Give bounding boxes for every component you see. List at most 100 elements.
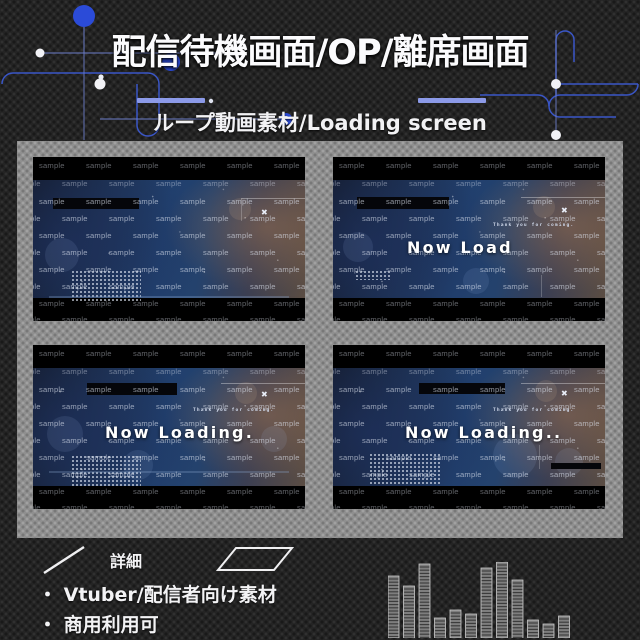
- watermark-overlay: sample sample sample sample sample sample samp…: [33, 345, 305, 509]
- watermark-text: sample: [297, 402, 305, 411]
- watermark-text: sample: [33, 436, 41, 445]
- watermark-text: sample: [503, 248, 529, 257]
- watermark-text: sample: [109, 179, 135, 188]
- watermark-text: sample: [456, 179, 482, 188]
- watermark-text: sample: [86, 419, 112, 428]
- watermark-text: sample: [203, 248, 229, 257]
- watermark-text: sample: [574, 231, 600, 240]
- watermark-text: sample: [274, 349, 300, 358]
- watermark-text: sample: [62, 436, 88, 445]
- watermark-text: sample: [574, 265, 600, 274]
- watermark-text: sample: [409, 470, 435, 479]
- equalizer-bar: [558, 615, 570, 638]
- watermark-text: sample: [274, 487, 300, 496]
- preview-thumbnail-4[interactable]: ✖ Thank you for coming. Now Loading.. sa…: [333, 345, 605, 509]
- watermark-text: sample: [39, 453, 65, 462]
- watermark-text: sample: [456, 367, 482, 376]
- watermark-text: sample: [109, 503, 135, 509]
- watermark-text: sample: [297, 214, 305, 223]
- watermark-text: sample: [133, 161, 159, 170]
- watermark-text: sample: [62, 179, 88, 188]
- watermark-text: sample: [456, 282, 482, 291]
- watermark-text: sample: [456, 214, 482, 223]
- feature-list: ・ Vtuber/配信者向け素材 ・ 商用利用可: [38, 580, 277, 640]
- watermark-text: sample: [274, 161, 300, 170]
- watermark-text: sample: [386, 197, 412, 206]
- watermark-text: sample: [250, 315, 276, 321]
- watermark-text: sample: [109, 214, 135, 223]
- watermark-text: sample: [333, 179, 341, 188]
- watermark-text: sample: [156, 214, 182, 223]
- watermark-text: sample: [62, 248, 88, 257]
- watermark-text: sample: [480, 161, 506, 170]
- watermark-text: sample: [203, 402, 229, 411]
- watermark-text: sample: [339, 265, 365, 274]
- watermark-text: sample: [550, 248, 576, 257]
- watermark-text: sample: [409, 179, 435, 188]
- watermark-text: sample: [203, 367, 229, 376]
- watermark-text: sample: [250, 248, 276, 257]
- watermark-text: sample: [274, 299, 300, 308]
- watermark-text: sample: [433, 419, 459, 428]
- watermark-text: sample: [109, 436, 135, 445]
- watermark-overlay: sample sample sample sample sample sample samp…: [333, 157, 605, 321]
- watermark-text: sample: [297, 470, 305, 479]
- watermark-text: sample: [362, 470, 388, 479]
- watermark-text: sample: [203, 282, 229, 291]
- watermark-overlay: sample sample sample sample sample sample samp…: [333, 345, 605, 509]
- watermark-overlay: sample sample sample sample sample sample samp…: [33, 157, 305, 321]
- watermark-text: sample: [297, 367, 305, 376]
- watermark-text: sample: [203, 179, 229, 188]
- watermark-text: sample: [86, 349, 112, 358]
- watermark-text: sample: [86, 231, 112, 240]
- watermark-text: sample: [339, 231, 365, 240]
- watermark-text: sample: [362, 315, 388, 321]
- watermark-text: sample: [409, 282, 435, 291]
- watermark-text: sample: [574, 453, 600, 462]
- watermark-text: sample: [133, 299, 159, 308]
- watermark-text: sample: [203, 470, 229, 479]
- preview-plate: ✖ samplesamplesamplesamplesamplesamplesa…: [17, 141, 623, 538]
- watermark-text: sample: [527, 161, 553, 170]
- watermark-text: sample: [227, 197, 253, 206]
- preview-thumbnail-3[interactable]: ✖ Thank you for coming. Now Loading. sam…: [33, 345, 305, 509]
- preview-thumbnail-1[interactable]: ✖ samplesamplesamplesamplesamplesamplesa…: [33, 157, 305, 321]
- watermark-text: sample: [550, 179, 576, 188]
- watermark-text: sample: [597, 503, 605, 509]
- watermark-text: sample: [333, 367, 341, 376]
- watermark-text: sample: [339, 161, 365, 170]
- watermark-text: sample: [156, 436, 182, 445]
- watermark-text: sample: [227, 349, 253, 358]
- list-item: ・ Vtuber/配信者向け素材: [38, 584, 277, 606]
- watermark-text: sample: [203, 315, 229, 321]
- watermark-text: sample: [109, 470, 135, 479]
- watermark-text: sample: [527, 385, 553, 394]
- watermark-text: sample: [503, 282, 529, 291]
- watermark-text: sample: [203, 214, 229, 223]
- watermark-text: sample: [503, 367, 529, 376]
- watermark-text: sample: [550, 367, 576, 376]
- watermark-text: sample: [227, 487, 253, 496]
- equalizer-bar: [449, 609, 462, 638]
- watermark-text: sample: [480, 231, 506, 240]
- watermark-text: sample: [227, 299, 253, 308]
- watermark-text: sample: [574, 385, 600, 394]
- watermark-text: sample: [333, 470, 341, 479]
- watermark-text: sample: [39, 197, 65, 206]
- watermark-text: sample: [86, 197, 112, 206]
- preview-thumbnail-2[interactable]: ✖ Thank you for coming. Now Load sample s…: [333, 157, 605, 321]
- watermark-text: sample: [109, 282, 135, 291]
- title-underline-right: [418, 98, 486, 103]
- watermark-text: sample: [386, 161, 412, 170]
- watermark-text: sample: [480, 299, 506, 308]
- watermark-text: sample: [456, 315, 482, 321]
- watermark-text: sample: [574, 419, 600, 428]
- equalizer-bar: [388, 575, 400, 638]
- watermark-text: sample: [574, 487, 600, 496]
- watermark-text: sample: [362, 282, 388, 291]
- watermark-text: sample: [333, 282, 341, 291]
- watermark-text: sample: [156, 248, 182, 257]
- equalizer-bar: [403, 585, 415, 638]
- watermark-text: sample: [133, 265, 159, 274]
- watermark-text: sample: [39, 265, 65, 274]
